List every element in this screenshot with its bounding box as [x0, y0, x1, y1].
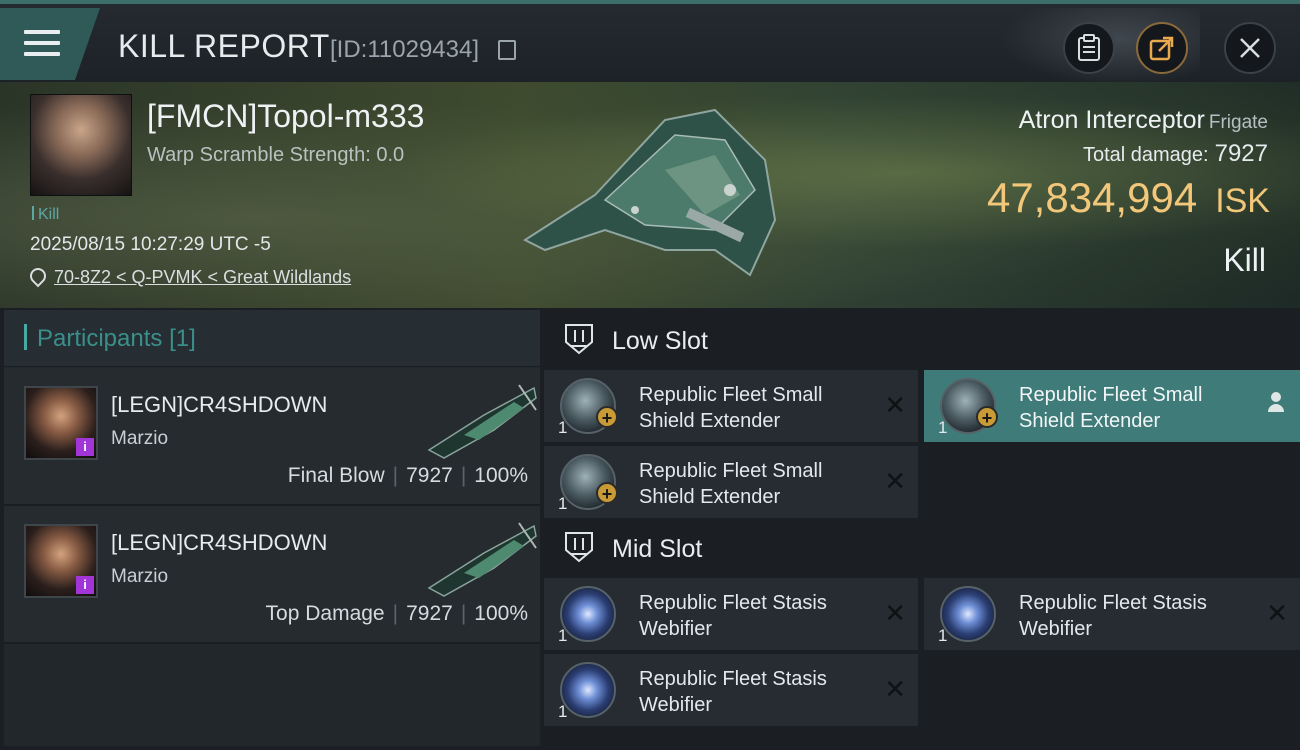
location-pin-icon	[26, 264, 50, 288]
participant-avatar[interactable]: i	[24, 386, 98, 460]
mid-slot-icon	[565, 532, 593, 563]
module-name: Republic Fleet Stasis Webifier	[1019, 592, 1207, 640]
destroyed-x-icon: ✕	[884, 598, 906, 628]
warp-scramble-strength: Warp Scramble Strength: 0.0	[147, 144, 405, 166]
module-item-selected[interactable]: + 1 Republic Fleet Small Shield Extender	[924, 370, 1300, 442]
module-name: Republic Fleet Small Shield Extender	[639, 460, 823, 508]
participant-name: [LEGN]CR4SHDOWN	[111, 530, 328, 555]
kill-tag: Kill	[32, 206, 59, 224]
stasis-webifier-icon	[560, 586, 616, 642]
module-quantity: 1	[938, 626, 948, 645]
person-icon	[1268, 392, 1284, 414]
plus-badge-icon: +	[596, 406, 618, 428]
participants-panel: Participants [1] i [LEGN]CR4SHDOWN Marzi…	[4, 310, 540, 746]
participants-header: Participants [1]	[4, 310, 540, 367]
header-bar: KILL REPORT [ID:11029434]	[0, 0, 1300, 86]
victim-panel: [FMCN]Topol-m333 Warp Scramble Strength:…	[0, 82, 1300, 308]
close-icon	[1240, 38, 1260, 58]
low-slot-icon	[565, 324, 593, 355]
plus-badge-icon: +	[976, 406, 998, 428]
stasis-webifier-icon	[940, 586, 996, 642]
kill-location[interactable]: 70-8Z2 < Q-PVMK < Great Wildlands	[26, 264, 351, 288]
module-name: Republic Fleet Small Shield Extender	[639, 384, 823, 432]
module-item[interactable]: 1 Republic Fleet Stasis Webifier ✕	[924, 578, 1300, 650]
module-quantity: 1	[558, 702, 568, 721]
victim-portrait[interactable]	[30, 94, 132, 196]
destroyed-x-icon: ✕	[884, 466, 906, 496]
info-badge-icon: i	[76, 438, 94, 456]
participant-name: [LEGN]CR4SHDOWN	[111, 392, 328, 417]
low-slot-header: Low Slot	[544, 310, 1300, 370]
close-button[interactable]	[1224, 22, 1276, 74]
menu-button[interactable]	[0, 8, 100, 80]
ship-name: Atron Interceptor Frigate	[1018, 106, 1268, 134]
module-quantity: 1	[938, 418, 948, 437]
destroyed-x-icon: ✕	[884, 674, 906, 704]
plus-badge-icon: +	[596, 482, 618, 504]
share-icon	[1149, 36, 1174, 61]
module-name: Republic Fleet Small Shield Extender	[1019, 384, 1203, 432]
participant-avatar[interactable]: i	[24, 524, 98, 598]
participant-stats: Final Blow | 7927 | 100%	[287, 464, 528, 487]
module-item[interactable]: + 1 Republic Fleet Small Shield Extender …	[544, 446, 918, 518]
clipboard-button[interactable]	[1063, 22, 1115, 74]
ship-image	[522, 108, 777, 277]
module-name: Republic Fleet Stasis Webifier	[639, 592, 827, 640]
module-quantity: 1	[558, 494, 568, 513]
module-quantity: 1	[558, 418, 568, 437]
stasis-webifier-icon	[560, 662, 616, 718]
total-damage: Total damage: 7927	[1082, 140, 1268, 167]
kill-result: Kill	[1223, 242, 1266, 278]
page-title: KILL REPORT	[118, 28, 330, 64]
participant-ship-icon	[427, 384, 537, 459]
destroyed-x-icon: ✕	[1266, 598, 1288, 628]
isk-value: 47,834,994 ISK	[986, 174, 1270, 221]
hamburger-menu-icon	[24, 30, 60, 58]
mid-slot-header: Mid Slot	[544, 518, 1300, 578]
destroyed-x-icon: ✕	[884, 390, 906, 420]
participant-row[interactable]: i [LEGN]CR4SHDOWN Marzio Final Blow | 7927…	[4, 368, 540, 506]
victim-name[interactable]: [FMCN]Topol-m333	[147, 98, 424, 135]
module-item[interactable]: 1 Republic Fleet Stasis Webifier ✕	[544, 578, 918, 650]
participant-stats: Top Damage | 7927 | 100%	[265, 602, 528, 625]
module-name: Republic Fleet Stasis Webifier	[639, 668, 827, 716]
participant-ship: Marzio	[111, 428, 169, 449]
copy-icon[interactable]	[498, 40, 516, 60]
kill-timestamp: 2025/08/15 10:27:29 UTC -5	[30, 234, 271, 255]
clipboard-icon	[1078, 34, 1100, 61]
fitting-panel: Low Slot + 1 Republic Fleet Small Shield …	[544, 310, 1300, 750]
report-id: [ID:11029434]	[330, 36, 480, 63]
participant-ship: Marzio	[111, 566, 169, 587]
module-item[interactable]: 1 Republic Fleet Stasis Webifier ✕	[544, 654, 918, 726]
info-badge-icon: i	[76, 576, 94, 594]
module-item[interactable]: + 1 Republic Fleet Small Shield Extender …	[544, 370, 918, 442]
module-quantity: 1	[558, 626, 568, 645]
participant-row[interactable]: i [LEGN]CR4SHDOWN Marzio Top Damage | 7927…	[4, 506, 540, 644]
share-button[interactable]	[1136, 22, 1188, 74]
participant-ship-icon	[427, 522, 537, 597]
